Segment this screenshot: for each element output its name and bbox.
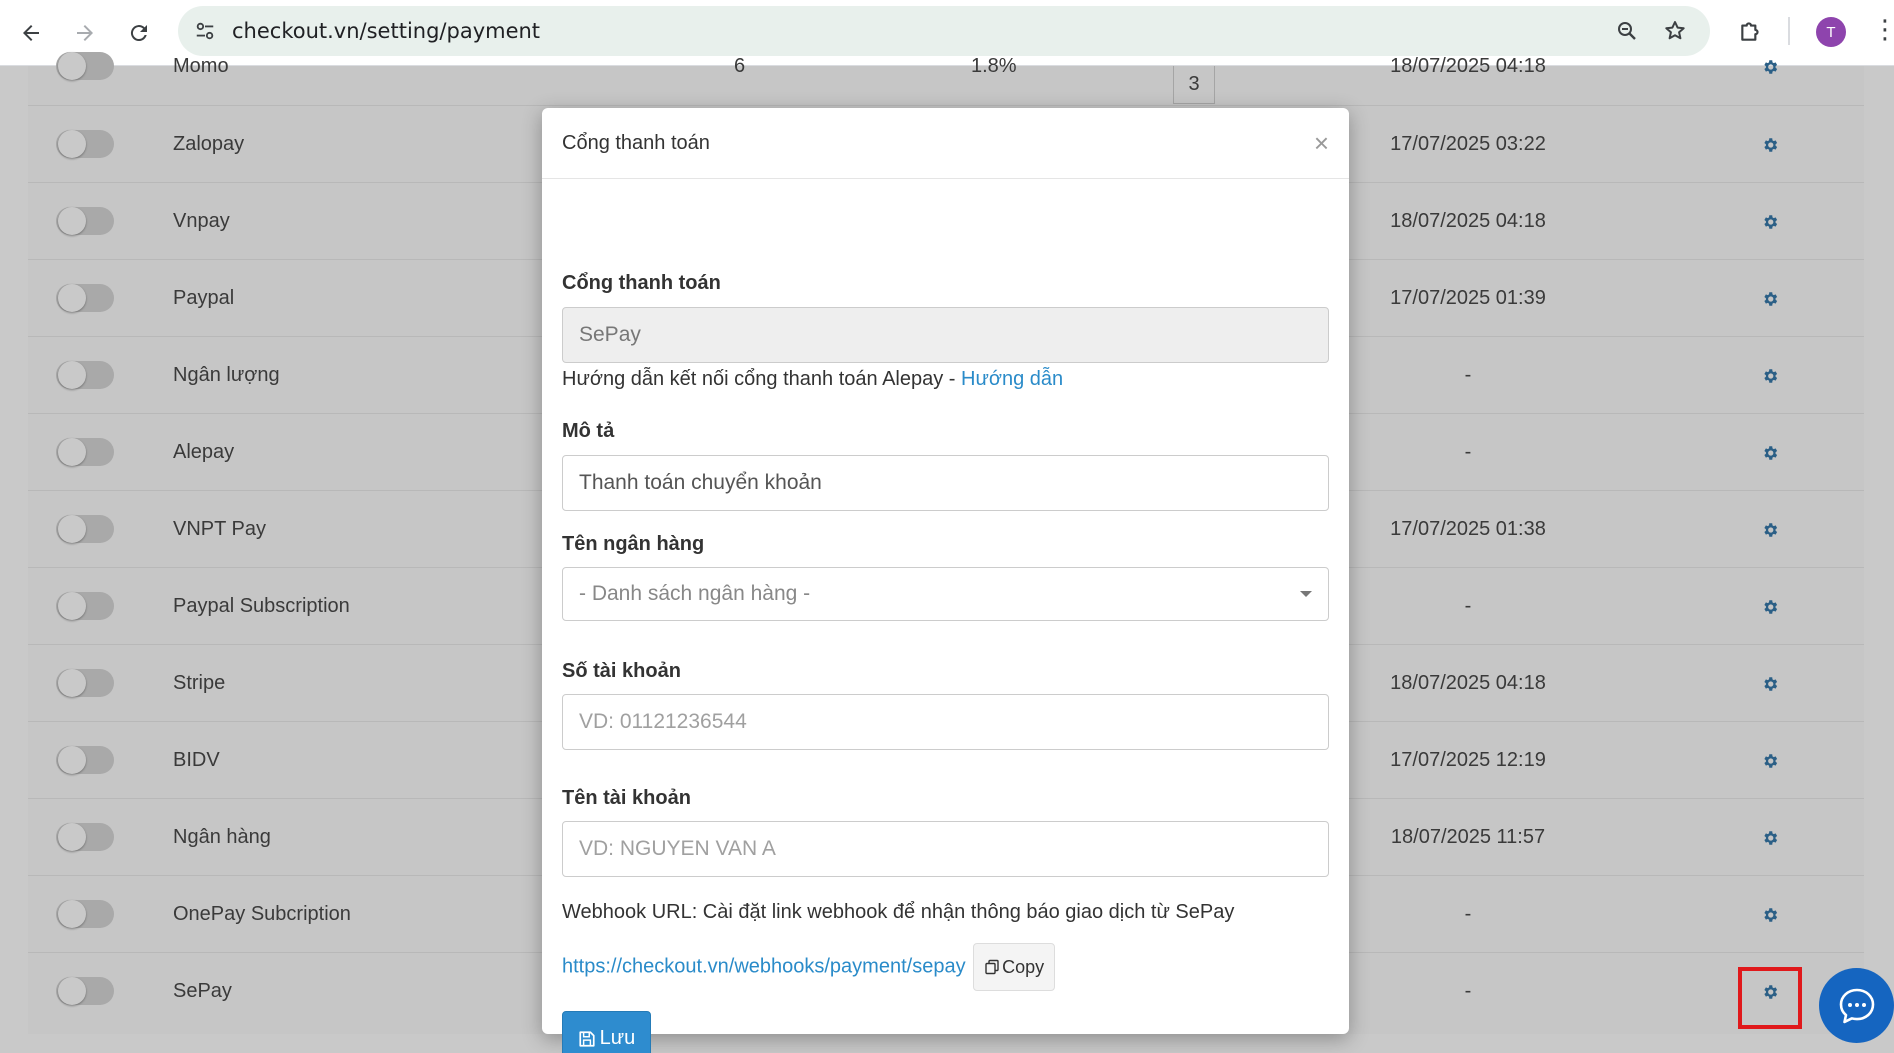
- fee-rate: 1.8%: [971, 55, 1017, 77]
- gear-icon[interactable]: [1761, 568, 1779, 645]
- gateway-name: Ngân hàng: [173, 826, 271, 848]
- status-toggle[interactable]: [56, 669, 114, 697]
- status-toggle[interactable]: [56, 52, 114, 80]
- save-label: Lưu: [599, 1027, 636, 1049]
- guide-description: Hướng dẫn kết nối cổng thanh toán Alepay…: [562, 368, 961, 390]
- description-label: Mô tả: [562, 420, 615, 442]
- gateway-name: Momo: [173, 55, 229, 77]
- gear-icon[interactable]: [1761, 183, 1779, 260]
- gateway-name: Stripe: [173, 672, 226, 694]
- chat-bubble-icon: [1839, 988, 1874, 1023]
- account-number-input[interactable]: VD: 01121236544: [562, 694, 1329, 750]
- gateway-name: VNPT Pay: [173, 518, 266, 540]
- gateway-name: Ngân lượng: [173, 364, 280, 386]
- updated-date: 18/07/2025 11:57: [1390, 826, 1546, 848]
- browser-menu-icon[interactable]: ⋮: [1872, 14, 1894, 45]
- updated-date: -: [1464, 441, 1472, 463]
- gateway-name: Vnpay: [173, 210, 230, 232]
- gear-icon[interactable]: [1761, 106, 1779, 183]
- save-button[interactable]: Lưu: [562, 1011, 651, 1053]
- gateway-field: SePay: [562, 307, 1329, 363]
- gateway-name: Paypal: [173, 287, 235, 309]
- gateway-name: SePay: [173, 980, 232, 1002]
- gateway-name: Paypal Subscription: [173, 595, 350, 617]
- account-name-label: Tên tài khoản: [562, 787, 691, 809]
- guide-text: Hướng dẫn kết nối cổng thanh toán Alepay…: [562, 368, 1063, 391]
- updated-date: 17/07/2025 12:19: [1390, 749, 1546, 771]
- status-toggle[interactable]: [56, 438, 114, 466]
- gateway-name: Zalopay: [173, 133, 245, 155]
- sort-order-input[interactable]: 3: [1173, 66, 1215, 104]
- account-name-input[interactable]: VD: NGUYEN VAN A: [562, 821, 1329, 877]
- status-toggle[interactable]: [56, 900, 114, 928]
- account-number-label: Số tài khoản: [562, 660, 681, 682]
- highlight-box: [1738, 967, 1802, 1029]
- gear-icon[interactable]: [1761, 491, 1779, 568]
- modal-header: Cổng thanh toán: [542, 108, 1349, 179]
- copy-icon: [985, 959, 999, 975]
- updated-date: 17/07/2025 03:22: [1390, 133, 1546, 155]
- webhook-description: Webhook URL: Cài đặt link webhook để nhậ…: [562, 901, 1235, 923]
- floppy-disk-icon: [579, 1030, 595, 1047]
- status-toggle[interactable]: [56, 284, 114, 312]
- gear-icon[interactable]: [1761, 645, 1779, 722]
- updated-date: 17/07/2025 01:38: [1390, 518, 1546, 540]
- webhook-url-link[interactable]: https://checkout.vn/webhooks/payment/sep…: [562, 955, 966, 977]
- gear-icon[interactable]: [1761, 28, 1779, 105]
- gear-icon[interactable]: [1761, 722, 1779, 799]
- status-toggle[interactable]: [56, 592, 114, 620]
- chat-widget-button[interactable]: [1819, 968, 1894, 1043]
- status-toggle[interactable]: [56, 207, 114, 235]
- close-icon[interactable]: ×: [1314, 130, 1329, 156]
- transaction-count: 6: [734, 55, 746, 77]
- webhook-url-row: https://checkout.vn/webhooks/payment/sep…: [562, 943, 1056, 991]
- copy-label: Copy: [1002, 956, 1045, 977]
- gateway-name: BIDV: [173, 749, 220, 771]
- updated-date: 18/07/2025 04:18: [1390, 672, 1546, 694]
- gear-icon[interactable]: [1761, 799, 1779, 876]
- updated-date: 17/07/2025 01:39: [1390, 287, 1546, 309]
- modal-title: Cổng thanh toán: [562, 131, 710, 154]
- updated-date: -: [1464, 364, 1472, 386]
- gear-icon[interactable]: [1761, 337, 1779, 414]
- updated-date: -: [1464, 903, 1472, 925]
- gateway-label: Cổng thanh toán: [562, 272, 721, 294]
- updated-date: 18/07/2025 04:18: [1390, 55, 1546, 77]
- gateway-name: Alepay: [173, 441, 235, 463]
- gear-icon[interactable]: [1761, 876, 1779, 953]
- status-toggle[interactable]: [56, 977, 114, 1005]
- status-toggle[interactable]: [56, 130, 114, 158]
- bank-name-label: Tên ngân hàng: [562, 533, 705, 555]
- guide-link[interactable]: Hướng dẫn: [961, 368, 1063, 390]
- status-toggle[interactable]: [56, 515, 114, 543]
- gear-icon[interactable]: [1761, 414, 1779, 491]
- updated-date: -: [1464, 595, 1472, 617]
- bank-select-value: - Danh sách ngân hàng -: [579, 582, 811, 605]
- gateway-name: OnePay Subcription: [173, 903, 351, 925]
- description-input[interactable]: Thanh toán chuyển khoản: [562, 455, 1329, 511]
- chevron-down-icon: [1300, 591, 1312, 597]
- gear-icon[interactable]: [1761, 260, 1779, 337]
- updated-date: -: [1464, 980, 1472, 1002]
- bank-select[interactable]: - Danh sách ngân hàng -: [562, 567, 1329, 621]
- status-toggle[interactable]: [56, 361, 114, 389]
- status-toggle[interactable]: [56, 823, 114, 851]
- updated-date: 18/07/2025 04:18: [1390, 210, 1546, 232]
- copy-button[interactable]: Copy: [973, 943, 1056, 991]
- payment-gateway-modal: Cổng thanh toán × Cổng thanh toán SePay …: [542, 108, 1349, 1053]
- table-row: Momo 6 1.8% 3 18/07/2025 04:18: [28, 28, 1864, 105]
- status-toggle[interactable]: [56, 746, 114, 774]
